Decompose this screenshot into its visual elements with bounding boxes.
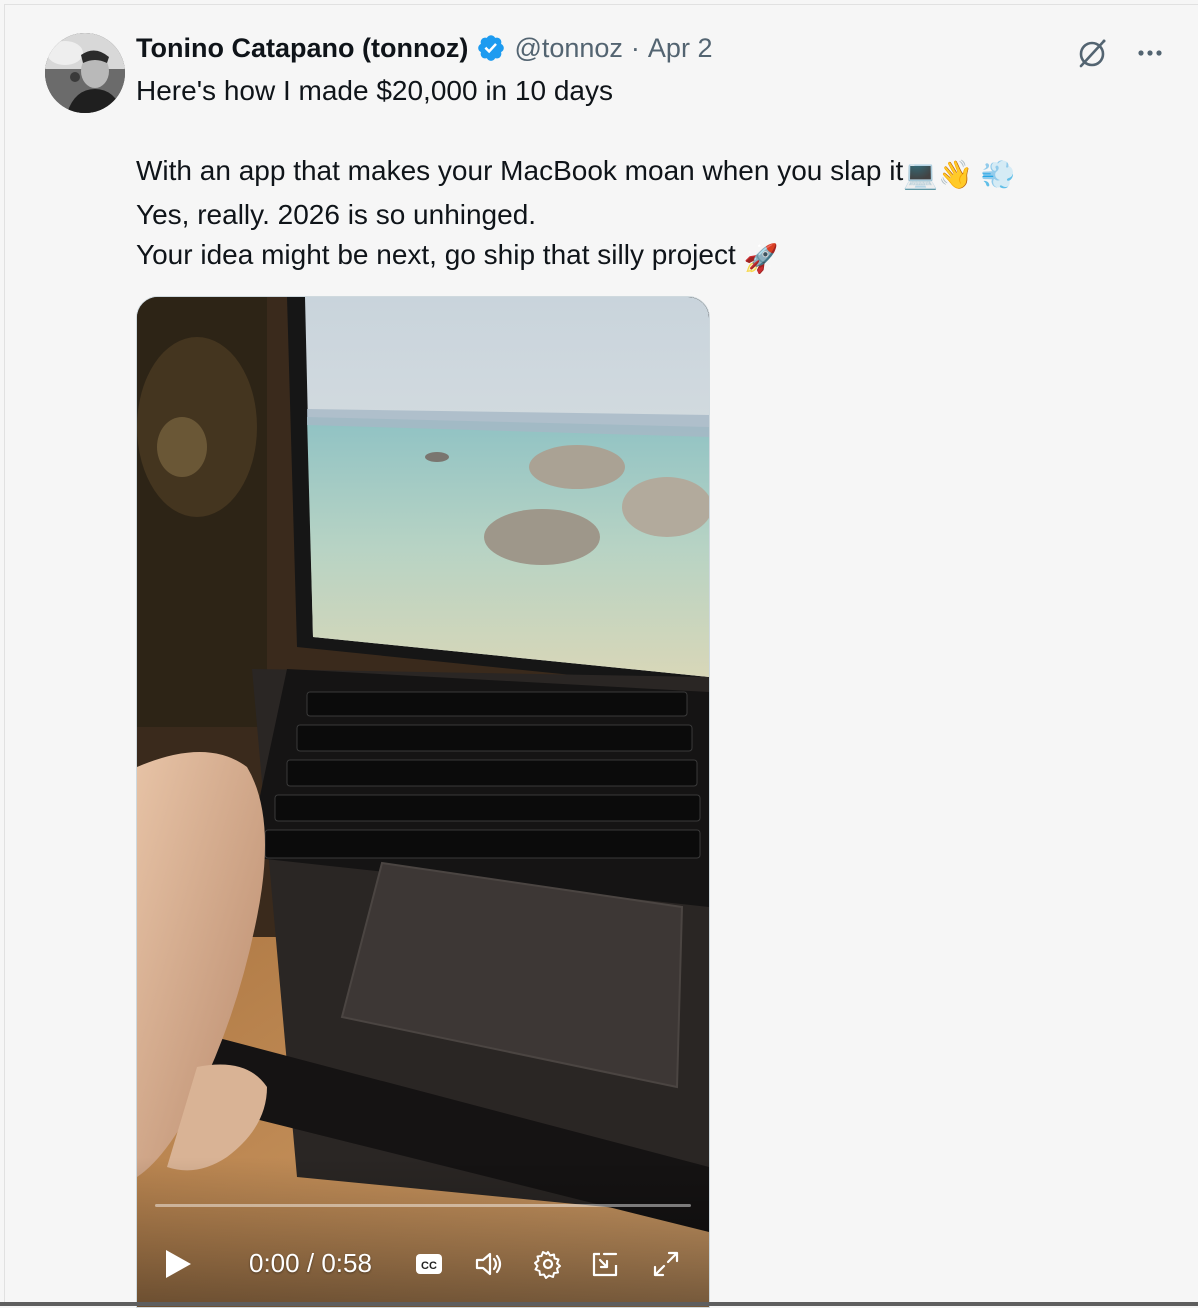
bottom-edge bbox=[0, 1302, 1198, 1306]
current-time: 0:00 bbox=[249, 1248, 300, 1278]
grok-icon[interactable] bbox=[1074, 35, 1110, 71]
more-icon[interactable] bbox=[1132, 35, 1168, 71]
tweet-line-3: Yes, really. 2026 is so unhinged. bbox=[136, 199, 537, 230]
captions-label: CC bbox=[421, 1260, 437, 1272]
video-progress-bar[interactable] bbox=[155, 1204, 691, 1207]
author-handle[interactable]: @tonnoz bbox=[514, 33, 622, 64]
tweet-line-4: Your idea might be next, go ship that si… bbox=[136, 235, 1156, 279]
video-time: 0:00 / 0:58 bbox=[249, 1248, 372, 1279]
time-separator: / bbox=[306, 1248, 315, 1278]
tweet-line-4-text: Your idea might be next, go ship that si… bbox=[136, 239, 744, 270]
tweet-text: Here's how I made $20,000 in 10 days Wit… bbox=[136, 71, 1156, 279]
video-frame[interactable] bbox=[137, 297, 709, 1307]
tweet-line-2-text: With an app that makes your MacBook moan… bbox=[136, 155, 904, 186]
verified-badge-icon[interactable] bbox=[476, 33, 506, 63]
header-separator: · bbox=[630, 32, 640, 63]
post-date[interactable]: Apr 2 bbox=[648, 33, 713, 64]
settings-icon[interactable] bbox=[533, 1249, 563, 1279]
video-player[interactable]: 0:00 / 0:58 CC bbox=[136, 296, 710, 1308]
play-icon[interactable] bbox=[163, 1248, 193, 1280]
picture-in-picture-icon[interactable] bbox=[590, 1249, 620, 1279]
tweet-card: Tonino Catapano (tonnoz) @tonnoz · Apr 2… bbox=[4, 4, 1198, 1308]
tweet-header: Tonino Catapano (tonnoz) @tonnoz · Apr 2 bbox=[136, 31, 712, 65]
volume-icon[interactable] bbox=[474, 1249, 504, 1279]
avatar-photo bbox=[45, 33, 125, 113]
tweet-line-1: Here's how I made $20,000 in 10 days bbox=[136, 75, 613, 106]
emoji-computer-wave-dash: 💻👋 💨 bbox=[903, 159, 1016, 190]
captions-icon[interactable]: CC bbox=[414, 1249, 444, 1279]
video-duration: 0:58 bbox=[321, 1248, 372, 1278]
fullscreen-icon[interactable] bbox=[651, 1249, 681, 1279]
video-controls: 0:00 / 0:58 CC bbox=[137, 1232, 709, 1292]
author-name[interactable]: Tonino Catapano (tonnoz) bbox=[136, 33, 468, 64]
emoji-rocket: 🚀 bbox=[743, 243, 779, 274]
avatar[interactable] bbox=[45, 33, 125, 113]
tweet-actions-top bbox=[1074, 35, 1168, 71]
tweet-line-2: With an app that makes your MacBook moan… bbox=[136, 151, 1156, 195]
